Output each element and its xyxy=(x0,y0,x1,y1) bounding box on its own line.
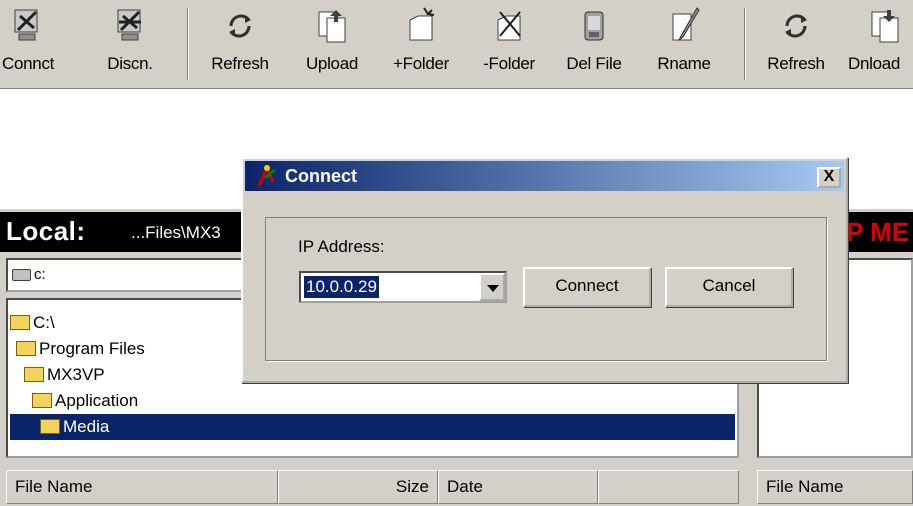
disconnect-button[interactable]: Discn. xyxy=(104,6,156,86)
toolbar: Connct Discn. Refresh Upload +Folder -Fo… xyxy=(0,0,913,89)
connect-dialog: Connect X IP Address: 10.0.0.29 Connect … xyxy=(241,157,848,383)
drive-icon xyxy=(12,269,31,281)
delete-file-button[interactable]: Del File xyxy=(558,6,630,86)
tree-item-program-files[interactable]: Program Files xyxy=(16,336,145,362)
disconnect-icon xyxy=(117,9,141,41)
refresh-icon xyxy=(229,14,251,38)
dialog-close-button[interactable]: X xyxy=(817,167,841,188)
folder-open-icon xyxy=(40,419,60,435)
download-button[interactable]: Dnload xyxy=(848,6,913,86)
delete-file-icon xyxy=(584,11,604,41)
column-header-file-name[interactable]: File Name xyxy=(6,470,278,504)
connect-icon xyxy=(14,9,38,41)
dropdown-arrow-icon[interactable] xyxy=(479,273,505,301)
ip-address-label: IP Address: xyxy=(298,237,385,256)
column-header-extra[interactable] xyxy=(598,470,739,504)
toolbar-separator xyxy=(187,8,189,80)
remote-title: P ME xyxy=(846,217,910,247)
upload-icon xyxy=(318,10,346,43)
new-folder-icon xyxy=(409,7,435,41)
new-folder-button[interactable]: +Folder xyxy=(380,6,462,86)
refresh-icon xyxy=(785,14,807,38)
column-header-date[interactable]: Date xyxy=(438,470,598,504)
delete-folder-button[interactable]: -Folder xyxy=(472,6,546,86)
remote-column-header-file-name[interactable]: File Name xyxy=(757,470,913,504)
download-icon xyxy=(871,10,899,43)
local-title: Local: xyxy=(6,216,86,246)
dialog-title: Connect xyxy=(285,166,357,186)
tree-item-application[interactable]: Application xyxy=(32,388,138,414)
ip-address-value[interactable]: 10.0.0.29 xyxy=(304,276,379,298)
rename-icon xyxy=(672,7,700,41)
local-path: ...Files\MX3 xyxy=(131,223,221,242)
folder-open-icon xyxy=(16,341,36,357)
refresh-local-button[interactable]: Refresh xyxy=(198,6,282,86)
folder-open-icon xyxy=(10,315,30,331)
connect-button[interactable]: Connct xyxy=(2,6,54,86)
upload-button[interactable]: Upload xyxy=(294,6,370,86)
drive-label: c: xyxy=(34,266,46,283)
cancel-button[interactable]: Cancel xyxy=(665,267,793,307)
tree-item-mx3vp[interactable]: MX3VP xyxy=(24,362,105,388)
folder-open-icon xyxy=(24,367,44,383)
tree-item-media[interactable]: Media xyxy=(10,414,735,440)
refresh-remote-button[interactable]: Refresh xyxy=(754,6,838,86)
rename-button[interactable]: Rname xyxy=(652,6,716,86)
tree-item-c-drive[interactable]: C:\ xyxy=(10,310,55,336)
connect-app-icon xyxy=(257,164,276,187)
delete-folder-icon xyxy=(497,11,521,41)
ip-address-combo[interactable]: 10.0.0.29 xyxy=(299,271,507,303)
folder-open-icon xyxy=(32,393,52,409)
column-header-size[interactable]: Size xyxy=(278,470,438,504)
toolbar-separator xyxy=(744,8,746,80)
dialog-titlebar[interactable]: Connect X xyxy=(245,161,844,191)
connect-button-dialog[interactable]: Connect xyxy=(523,267,651,307)
